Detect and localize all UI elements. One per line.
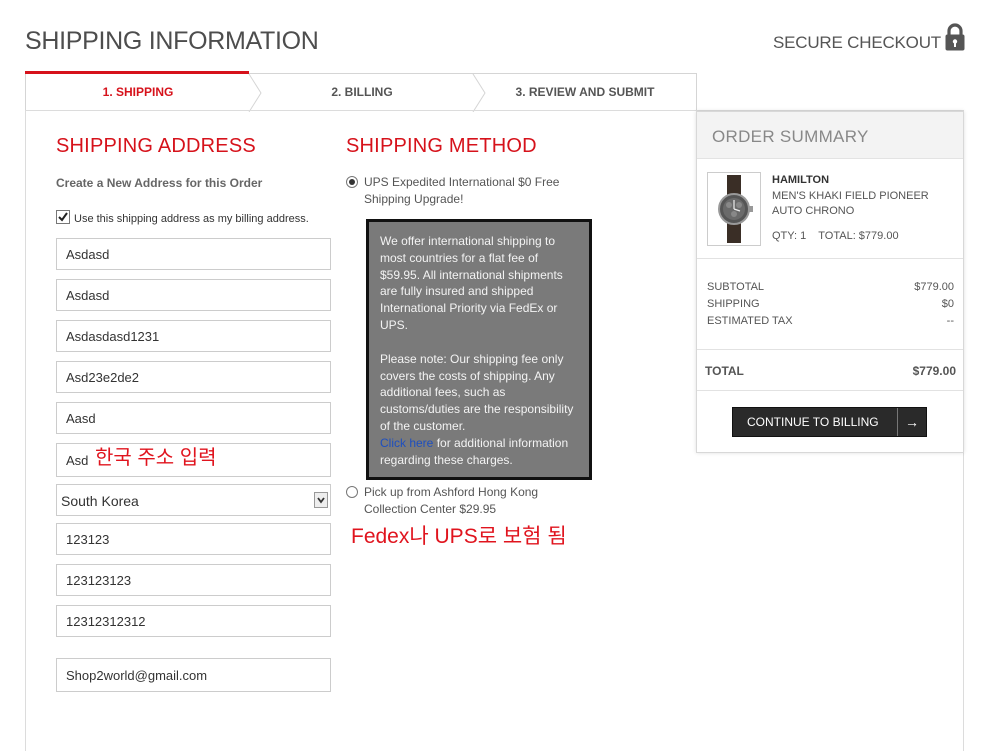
chevron-down-icon [317,497,325,504]
phone-field-2[interactable]: 12312312312 [56,605,331,637]
secure-checkout-label: SECURE CHECKOUT [773,33,941,52]
shipping-value: $0 [941,298,954,310]
postal-code-field[interactable]: 123123 [56,523,331,555]
click-here-link[interactable]: Click here [380,436,433,450]
address-field-3[interactable]: Asdasdasd1231 [56,320,331,352]
tax-value: -- [946,315,954,327]
country-select-value: South Korea [61,493,139,509]
product-qty-total: QTY: 1 TOTAL: $779.00 [772,230,899,242]
order-summary-header: ORDER SUMMARY [697,112,963,159]
checkout-steps: 1. SHIPPING 2. BILLING 3. REVIEW AND SUB… [25,73,697,112]
shipping-address-title: SHIPPING ADDRESS [56,135,256,157]
address-field-4[interactable]: Asd23e2de2 [56,361,331,393]
shipping-method-title: SHIPPING METHOD [346,135,537,157]
hk-pickup-label: Pick up from Ashford Hong Kong Collectio… [364,485,539,516]
create-address-label: Create a New Address for this Order [56,176,263,190]
select-arrow-button[interactable] [314,492,328,508]
order-summary: ORDER SUMMARY HAMILTON MEN'S KHAKI FIELD… [696,111,964,453]
check-icon [58,212,68,222]
info-paragraph-2-text: Please note: Our shipping fee only cover… [380,351,574,433]
order-summary-title: ORDER SUMMARY [712,127,869,146]
korean-address-annotation: 한국 주소 입력 [95,447,217,469]
info-paragraph-1: We offer international shipping to most … [380,234,563,332]
ups-expedited-label: UPS Expedited International $0 Free Ship… [364,175,560,206]
use-as-billing-label: Use this shipping address as my billing … [74,213,309,225]
subtotal-label: SUBTOTAL [707,281,765,293]
shipping-info-box: We offer international shipping to most … [366,219,592,480]
watch-image [707,172,761,246]
address-field-5[interactable]: Aasd [56,402,331,434]
page-title: SHIPPING INFORMATION [25,27,319,55]
fedex-ups-annotation: Fedex나 UPS로 보험 됨 [351,525,567,548]
radio-selected-dot [349,179,355,185]
radio-ups-expedited[interactable] [346,176,358,188]
total-value: $779.00 [912,364,956,378]
email-field[interactable]: Shop2world@gmail.com [56,658,331,692]
use-as-billing-checkbox[interactable] [56,210,70,224]
subtotal-value: $779.00 [914,281,954,293]
country-select[interactable]: South Korea [56,484,331,516]
product-name: MEN'S KHAKI FIELD PIONEER AUTO CHRONO [772,190,929,217]
arrow-right-icon: → [897,408,926,436]
active-tab-indicator [25,71,249,74]
divider [697,349,963,350]
radio-hk-pickup[interactable] [346,486,358,498]
tax-label: ESTIMATED TAX [707,315,793,327]
continue-to-billing-button[interactable]: CONTINUE TO BILLING → [732,407,927,437]
divider [697,258,963,259]
tab-review-submit[interactable]: 3. REVIEW AND SUBMIT [474,74,696,112]
lock-icon [945,23,965,51]
tab-billing[interactable]: 2. BILLING [250,74,474,112]
continue-button-label: CONTINUE TO BILLING [747,415,879,429]
product-brand: HAMILTON [772,174,830,186]
address-field-2[interactable]: Asdasd [56,279,331,311]
address-field-1[interactable]: Asdasd [56,238,331,270]
info-paragraph-2: Please note: Our shipping fee only cover… [380,351,579,469]
phone-field[interactable]: 123123123 [56,564,331,596]
divider [697,390,963,391]
total-label: TOTAL [705,364,744,378]
tab-shipping[interactable]: 1. SHIPPING [26,74,250,112]
shipping-label: SHIPPING [707,298,760,310]
